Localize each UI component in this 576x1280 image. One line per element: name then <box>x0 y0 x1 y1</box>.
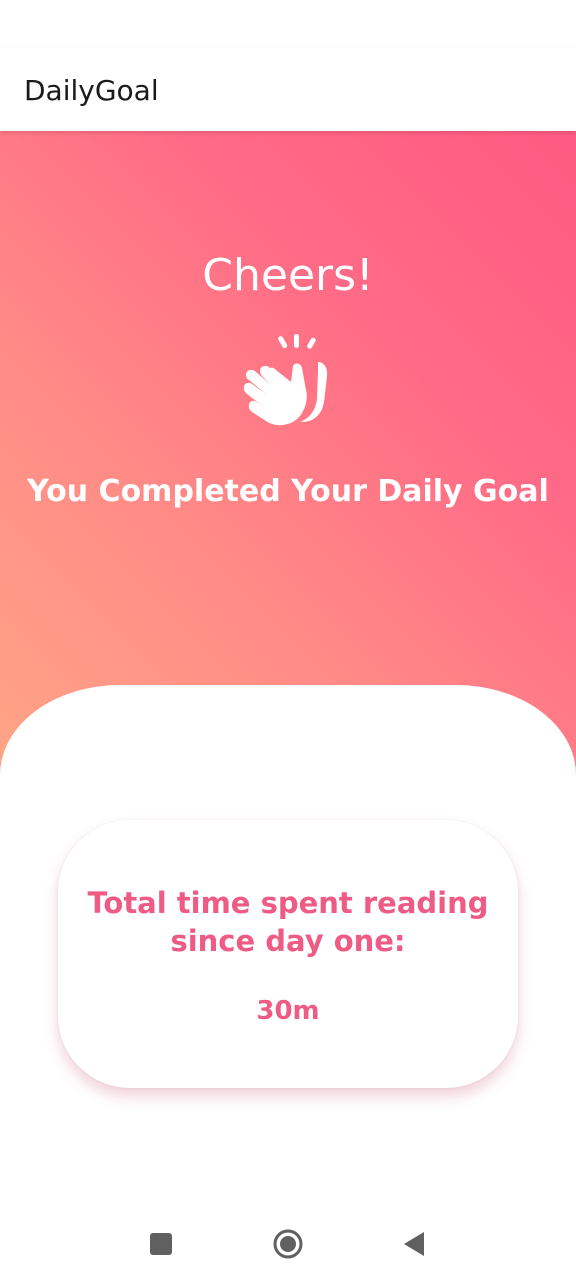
triangle-back-icon <box>404 1232 424 1256</box>
total-time-label: Total time spent reading since day one: <box>87 886 489 958</box>
app-bar: DailyGoal <box>0 48 576 131</box>
square-recents-icon <box>150 1233 172 1255</box>
status-bar <box>0 0 576 48</box>
circle-home-icon <box>273 1229 303 1259</box>
clapping-hands-icon <box>240 332 336 428</box>
total-time-value: 30m <box>256 996 320 1026</box>
screen: DailyGoal Cheers! You Completed Your Dai… <box>0 0 576 1280</box>
goal-complete-message: You Completed Your Daily Goal <box>27 474 549 509</box>
recents-button[interactable] <box>139 1222 183 1266</box>
back-button[interactable] <box>392 1222 436 1266</box>
home-button[interactable] <box>266 1222 310 1266</box>
cheers-heading: Cheers! <box>202 250 374 301</box>
system-nav-bar <box>0 1210 576 1280</box>
app-title: DailyGoal <box>24 74 159 107</box>
reading-stats-card: Total time spent reading since day one: … <box>58 820 518 1088</box>
